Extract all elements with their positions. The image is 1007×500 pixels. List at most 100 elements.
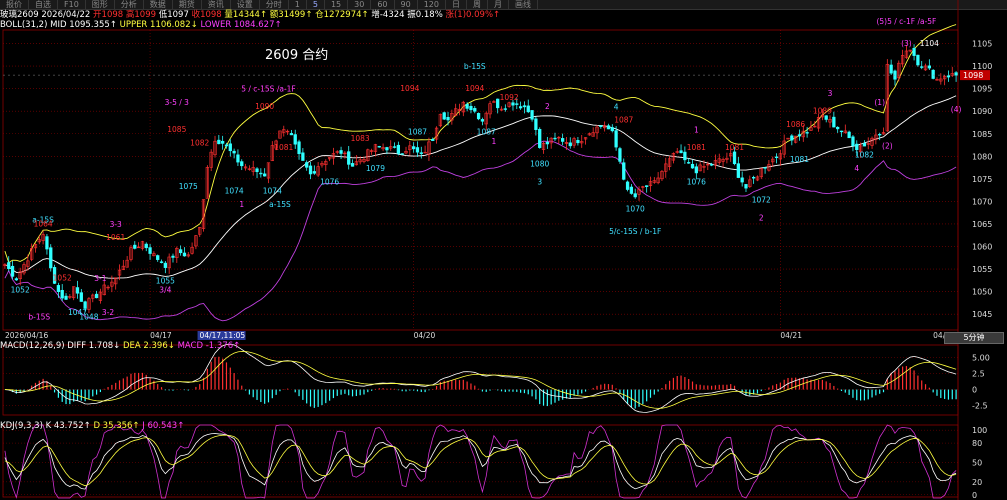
wave-annotation: (2) xyxy=(882,141,893,150)
candle-body xyxy=(518,106,523,109)
candle-body xyxy=(851,136,855,147)
macd-header: MACD(12,26,9) DIFF 1.708↓ DEA 2.396↓ MAC… xyxy=(0,341,240,352)
wave-annotation: 5 / c-15S /a-1F xyxy=(241,85,296,94)
wave-annotation: 1104 xyxy=(920,39,939,48)
wave-annotation: 1074 xyxy=(225,186,244,195)
wave-annotation: 1094 xyxy=(400,84,419,93)
kdj-tick-label: 20 xyxy=(972,478,982,487)
boll-lower-line xyxy=(4,140,957,322)
candle-body xyxy=(824,115,828,120)
price-tick-label: 1070 xyxy=(972,197,992,206)
candle-body xyxy=(797,134,802,137)
candle-body xyxy=(148,247,152,254)
candle-body xyxy=(954,72,958,76)
candle-body xyxy=(763,167,767,169)
candle-body xyxy=(312,171,316,174)
wave-annotation: 5/c-15S / b-1F xyxy=(609,227,661,236)
wave-annotation: 1055 xyxy=(156,277,175,286)
wave-annotation: 1048 xyxy=(79,313,98,322)
kdj-tick-label: 100 xyxy=(972,426,987,435)
candle-body xyxy=(599,125,603,127)
wave-annotation: 3 xyxy=(828,89,833,98)
candle-body xyxy=(645,185,649,187)
candle-body xyxy=(560,138,565,142)
candle-body xyxy=(14,278,19,281)
wave-annotation: b-15S xyxy=(464,62,486,71)
wave-annotation: 1081 xyxy=(687,143,706,152)
wave-annotation: 1087 xyxy=(408,128,427,137)
candle-body xyxy=(442,112,446,120)
macd-tick-label: -2.5 xyxy=(972,401,988,410)
wave-annotation: 1087 xyxy=(477,128,496,137)
candle-body xyxy=(633,193,637,198)
price-tick-label: 1090 xyxy=(972,107,992,116)
date-tick-label: 04/17 xyxy=(150,331,172,340)
macd-dea-line xyxy=(4,351,957,409)
wave-annotation: 1086 xyxy=(786,120,805,129)
wave-annotation: 1 xyxy=(694,125,699,134)
wave-annotation: 3-1 xyxy=(94,274,106,283)
candle-body xyxy=(751,177,756,179)
candle-body xyxy=(339,150,343,154)
candle-body xyxy=(171,255,175,258)
candle-body xyxy=(412,146,416,150)
candle-body xyxy=(920,66,924,68)
candle-body xyxy=(431,138,435,141)
candle-body xyxy=(217,139,221,145)
candle-body xyxy=(862,142,867,147)
wave-annotation: 1075 xyxy=(179,182,198,191)
wave-annotation: 1081 xyxy=(790,155,809,164)
candle-body xyxy=(232,150,236,154)
boll-mid-line xyxy=(4,95,957,279)
current-price-label: 1098 xyxy=(963,71,983,80)
candle-body xyxy=(385,147,389,151)
candle-body xyxy=(64,295,68,300)
candle-body xyxy=(534,118,538,130)
candle-body xyxy=(133,244,137,249)
candle-body xyxy=(423,151,427,154)
wave-annotation: 1081 xyxy=(274,143,293,152)
candle-body xyxy=(473,108,477,112)
candle-body xyxy=(144,243,148,249)
candle-body xyxy=(259,172,263,175)
candle-body xyxy=(7,262,11,269)
price-tick-label: 1080 xyxy=(972,152,992,161)
wave-annotation: 1090 xyxy=(255,102,274,111)
candle-body xyxy=(522,105,527,108)
candle-body xyxy=(839,130,844,133)
wave-annotation: 1074 xyxy=(263,186,282,195)
wave-annotation: 1070 xyxy=(626,204,645,213)
wave-annotation: 4 xyxy=(614,103,619,112)
candle-body xyxy=(297,141,301,155)
kdj-j: J 60.543↑ xyxy=(142,421,185,431)
candle-body xyxy=(159,261,164,263)
candle-body xyxy=(878,133,882,136)
candle-body xyxy=(503,108,507,110)
candle-body xyxy=(545,141,549,145)
candle-body xyxy=(538,128,542,148)
candle-body xyxy=(832,116,836,128)
candle-body xyxy=(56,285,61,292)
macd-tick-label: 2.5 xyxy=(972,370,985,379)
wave-annotation: (1) xyxy=(874,98,885,107)
candle-body xyxy=(476,113,481,120)
candle-body xyxy=(377,146,381,148)
candle-body xyxy=(744,184,748,189)
wave-annotation: 1 xyxy=(239,200,244,209)
candle-body xyxy=(156,255,160,260)
wave-annotation: 1052 xyxy=(53,274,72,283)
candle-body xyxy=(614,130,618,148)
candle-body xyxy=(182,252,187,257)
candle-body xyxy=(224,144,229,147)
macd-tick-label: 0 xyxy=(972,386,977,395)
price-tick-label: 1095 xyxy=(972,85,992,94)
candle-body xyxy=(228,143,232,152)
candle-body xyxy=(446,117,450,121)
candle-body xyxy=(774,156,779,159)
date-tick-label: 04/20 xyxy=(414,331,436,340)
candle-body xyxy=(687,162,691,164)
wave-annotation: 2 xyxy=(545,102,550,111)
period-5min-button[interactable]: 5分钟 xyxy=(944,332,1004,344)
candle-body xyxy=(301,152,305,161)
wave-annotation: 1080 xyxy=(530,159,549,168)
